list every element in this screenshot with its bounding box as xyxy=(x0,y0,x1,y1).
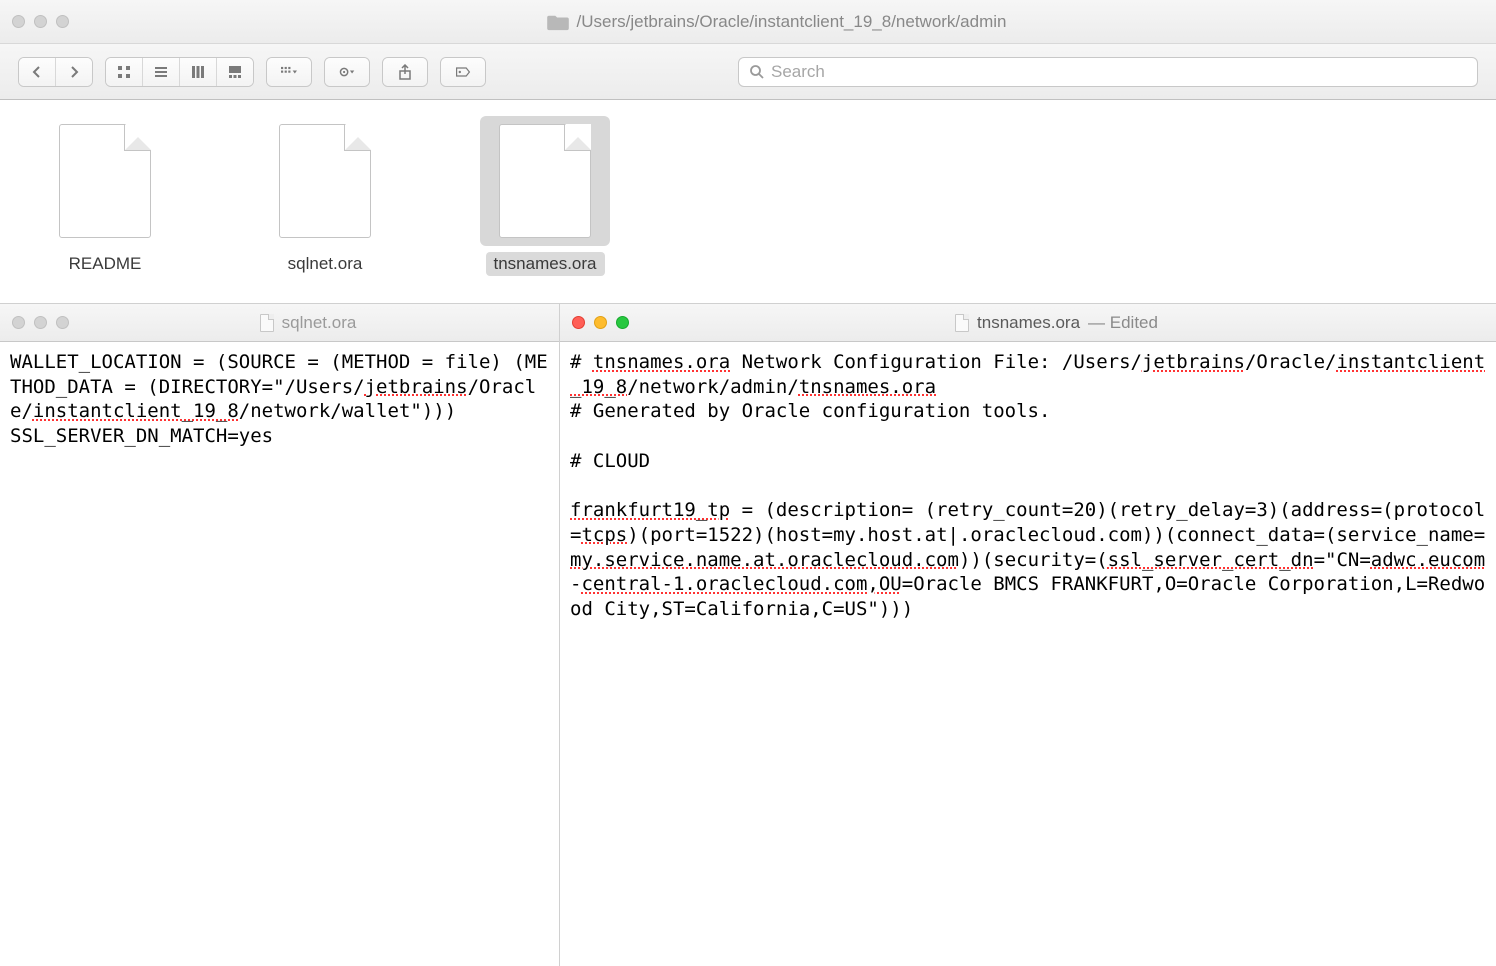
file-icon xyxy=(279,124,371,238)
filename: sqlnet.ora xyxy=(282,313,357,333)
editor-title: sqlnet.ora xyxy=(69,313,547,333)
back-button[interactable] xyxy=(19,58,56,86)
column-view-button[interactable] xyxy=(180,58,217,86)
maximize-button[interactable] xyxy=(616,316,629,329)
editor-window-sqlnet: sqlnet.ora WALLET_LOCATION = (SOURCE = (… xyxy=(0,304,560,966)
maximize-button[interactable] xyxy=(56,316,69,329)
gallery-icon xyxy=(227,64,243,80)
action-button[interactable] xyxy=(325,58,369,86)
search-icon xyxy=(749,64,765,80)
window-controls xyxy=(572,316,629,329)
search-field[interactable] xyxy=(738,57,1478,87)
arrange-button[interactable] xyxy=(267,58,311,86)
arrange-icon xyxy=(281,64,297,80)
list-icon xyxy=(153,64,169,80)
action-group xyxy=(324,57,370,87)
finder-toolbar xyxy=(0,44,1496,100)
minimize-button[interactable] xyxy=(34,15,47,28)
edited-badge: — Edited xyxy=(1088,313,1158,333)
view-buttons xyxy=(105,57,254,87)
file-label: sqlnet.ora xyxy=(280,252,371,276)
maximize-button[interactable] xyxy=(56,15,69,28)
finder-window: /Users/jetbrains/Oracle/instantclient_19… xyxy=(0,0,1496,304)
file-label: tnsnames.ora xyxy=(486,252,605,276)
tag-icon xyxy=(455,64,471,80)
nav-buttons xyxy=(18,57,93,87)
share-button[interactable] xyxy=(383,58,427,86)
file-label: README xyxy=(61,252,150,276)
close-button[interactable] xyxy=(12,15,25,28)
window-controls xyxy=(12,15,69,28)
chevron-right-icon xyxy=(66,64,82,80)
file-area[interactable]: README sqlnet.ora tnsnames.ora xyxy=(0,100,1496,292)
document-icon xyxy=(260,314,274,332)
path-text: /Users/jetbrains/Oracle/instantclient_19… xyxy=(577,12,1007,32)
file-item-readme[interactable]: README xyxy=(30,116,180,276)
share-group xyxy=(382,57,428,87)
file-icon xyxy=(59,124,151,238)
close-button[interactable] xyxy=(12,316,25,329)
list-view-button[interactable] xyxy=(143,58,180,86)
gear-icon xyxy=(339,64,355,80)
gallery-view-button[interactable] xyxy=(217,58,253,86)
close-button[interactable] xyxy=(572,316,585,329)
editor-content[interactable]: WALLET_LOCATION = (SOURCE = (METHOD = fi… xyxy=(0,342,559,966)
editor-titlebar: tnsnames.ora — Edited xyxy=(560,304,1496,342)
folder-icon xyxy=(547,13,569,31)
document-icon xyxy=(955,314,969,332)
editor-titlebar: sqlnet.ora xyxy=(0,304,559,342)
file-icon xyxy=(499,124,591,238)
chevron-left-icon xyxy=(29,64,45,80)
minimize-button[interactable] xyxy=(34,316,47,329)
forward-button[interactable] xyxy=(56,58,92,86)
editor-window-tnsnames: tnsnames.ora — Edited # tnsnames.ora Net… xyxy=(560,304,1496,966)
editor-title: tnsnames.ora — Edited xyxy=(629,313,1484,333)
editor-content[interactable]: # tnsnames.ora Network Configuration Fil… xyxy=(560,342,1496,966)
window-controls xyxy=(12,316,69,329)
tag-group xyxy=(440,57,486,87)
search-input[interactable] xyxy=(771,62,1467,82)
tag-button[interactable] xyxy=(441,58,485,86)
share-icon xyxy=(397,64,413,80)
window-title: /Users/jetbrains/Oracle/instantclient_19… xyxy=(69,12,1484,32)
file-item-tnsnames[interactable]: tnsnames.ora xyxy=(470,116,620,276)
columns-icon xyxy=(190,64,206,80)
arrange-group xyxy=(266,57,312,87)
minimize-button[interactable] xyxy=(594,316,607,329)
icon-view-button[interactable] xyxy=(106,58,143,86)
finder-titlebar: /Users/jetbrains/Oracle/instantclient_19… xyxy=(0,0,1496,44)
filename: tnsnames.ora xyxy=(977,313,1080,333)
grid-icon xyxy=(116,64,132,80)
file-item-sqlnet[interactable]: sqlnet.ora xyxy=(250,116,400,276)
